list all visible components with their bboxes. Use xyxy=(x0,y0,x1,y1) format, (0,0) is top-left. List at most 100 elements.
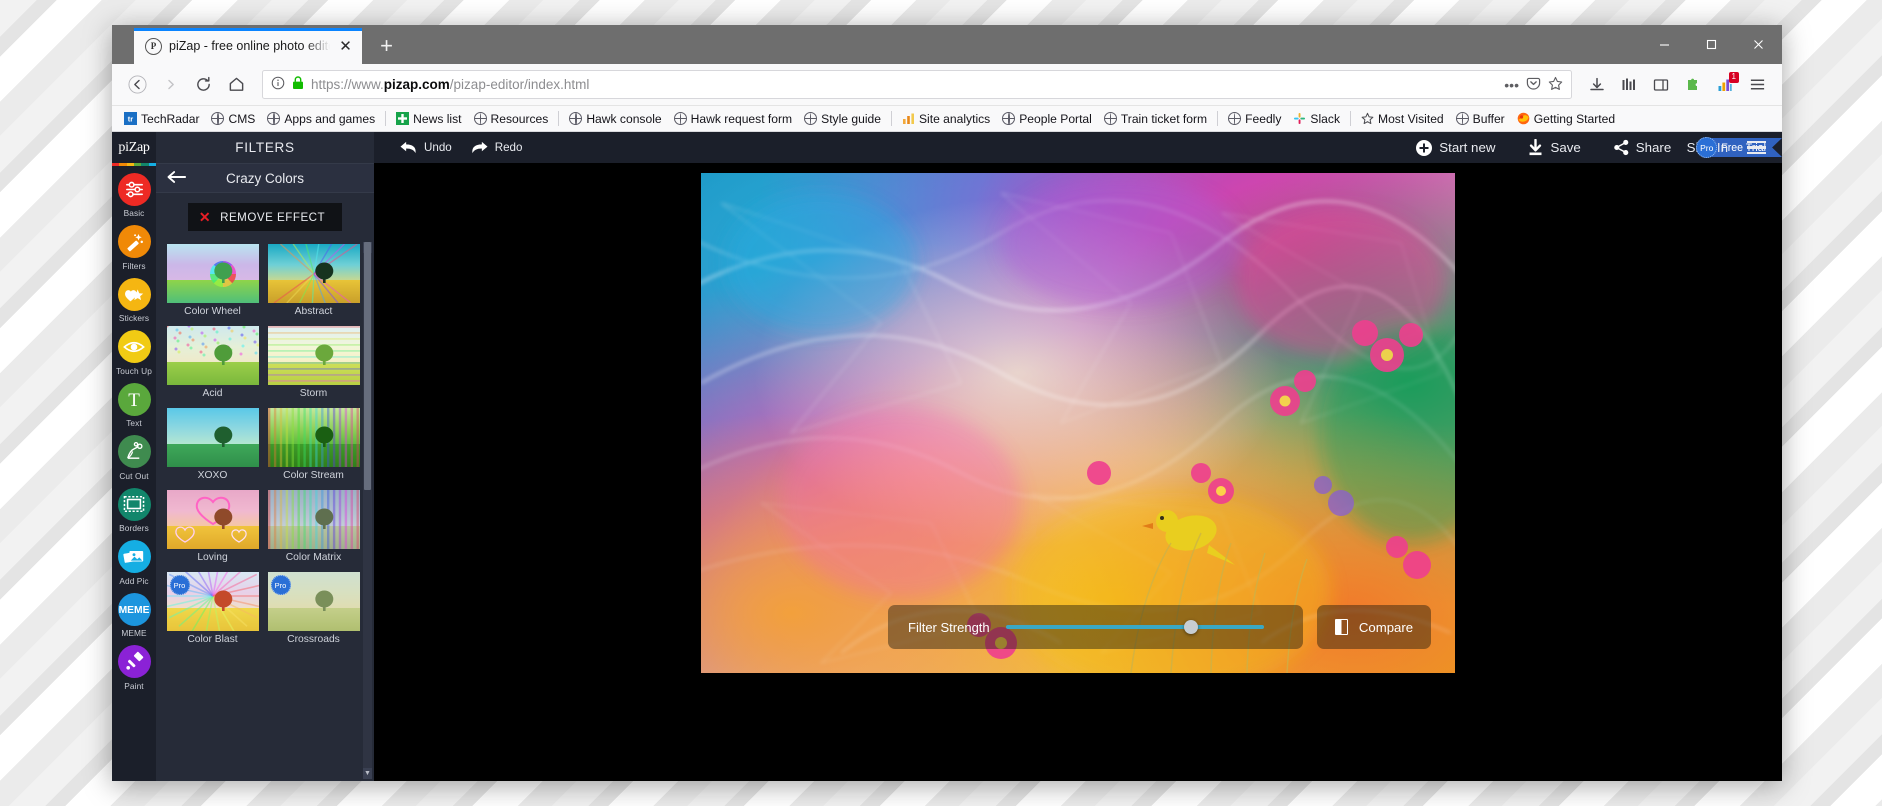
sidebar-icon[interactable] xyxy=(1646,70,1676,100)
new-tab-button[interactable]: + xyxy=(371,30,402,61)
tool-paint[interactable]: Paint xyxy=(112,645,156,691)
photos-icon xyxy=(117,540,151,573)
globe-icon xyxy=(804,112,818,125)
bookmark-resources[interactable]: Resources xyxy=(468,110,555,128)
techradar-icon: tr xyxy=(124,112,137,125)
undo-button[interactable]: Undo xyxy=(390,132,461,163)
redo-button[interactable]: Redo xyxy=(461,132,532,163)
tool-meme[interactable]: MEME MEME xyxy=(112,592,156,638)
chart-icon[interactable]: 1 xyxy=(1710,70,1740,100)
compare-button[interactable]: Compare xyxy=(1317,605,1431,649)
scissors-icon xyxy=(117,435,151,468)
scrollbar-thumb[interactable] xyxy=(364,242,371,490)
filter-strength-control[interactable]: Filter Strength xyxy=(888,605,1303,649)
edited-photo[interactable]: Filter Strength Compare xyxy=(701,173,1455,673)
filter-thumb[interactable]: Color Stream xyxy=(267,408,360,481)
minimize-icon[interactable] xyxy=(1641,25,1688,64)
puzzle-icon[interactable] xyxy=(1678,70,1708,100)
news-icon xyxy=(396,112,410,125)
close-icon[interactable]: ✕ xyxy=(337,38,354,55)
slider-knob[interactable] xyxy=(1184,620,1199,634)
plus-circle-icon xyxy=(1415,139,1433,157)
tool-basic[interactable]: Basic xyxy=(112,172,156,218)
bookmark-site-analytics[interactable]: Site analytics xyxy=(896,110,996,128)
filter-thumb[interactable]: Pro Color Blast xyxy=(166,572,259,645)
bookmark-label: Train ticket form xyxy=(1120,111,1208,126)
pocket-icon[interactable] xyxy=(1526,76,1541,94)
tool-touch-up[interactable]: Touch Up xyxy=(112,330,156,376)
url-prefix: https://www. xyxy=(311,77,384,92)
reload-icon[interactable] xyxy=(188,69,219,100)
bookmark-news-list[interactable]: News list xyxy=(390,110,467,128)
editor-stage: Undo Redo Start new Save Share Pro Free … xyxy=(374,132,1782,781)
filter-thumb[interactable]: Acid xyxy=(166,326,259,399)
back-icon[interactable] xyxy=(122,69,153,100)
bookmark-buffer[interactable]: Buffer xyxy=(1450,110,1511,128)
filter-preview-image xyxy=(166,244,259,303)
bookmark-people-portal[interactable]: People Portal xyxy=(996,110,1098,128)
downloads-icon[interactable] xyxy=(1582,70,1612,100)
forward-icon[interactable] xyxy=(155,69,186,100)
bookmark-getting-started[interactable]: Getting Started xyxy=(1511,110,1621,128)
share-label: Share xyxy=(1635,140,1672,155)
bookmark-cms[interactable]: CMS xyxy=(205,110,261,128)
filter-thumb[interactable]: Loving xyxy=(166,490,259,563)
scroll-down-icon[interactable]: ▼ xyxy=(363,768,372,779)
bookmark-train-ticket-form[interactable]: Train ticket form xyxy=(1098,110,1213,128)
filter-thumb[interactable]: XOXO xyxy=(166,408,259,481)
tool-borders[interactable]: Borders xyxy=(112,487,156,533)
address-bar[interactable]: https://www.pizap.com/pizap-editor/index… xyxy=(262,70,1572,99)
filters-scrollbar[interactable]: ▲ ▼ xyxy=(363,242,372,779)
eye-icon xyxy=(117,330,151,363)
bookmarks-bar: tr TechRadar CMS Apps and games News list Res… xyxy=(112,106,1782,132)
app-menu-icon[interactable] xyxy=(1741,137,1772,159)
sliders-icon xyxy=(117,172,151,206)
tool-add-pic[interactable]: Add Pic xyxy=(112,540,156,586)
home-icon[interactable] xyxy=(221,69,252,100)
info-icon[interactable] xyxy=(271,76,285,93)
page-actions-icon[interactable]: ••• xyxy=(1504,77,1519,93)
tool-filters[interactable]: Filters xyxy=(112,225,156,271)
filter-thumb[interactable]: Storm xyxy=(267,326,360,399)
save-button[interactable]: Save xyxy=(1518,132,1589,163)
filter-thumb[interactable]: Abstract xyxy=(267,244,360,317)
bookmark-style-guide[interactable]: Style guide xyxy=(798,110,887,128)
tool-label: Touch Up xyxy=(116,365,152,376)
browser-menu-icon[interactable] xyxy=(1742,70,1772,100)
maximize-icon[interactable] xyxy=(1688,25,1735,64)
filter-preview-image: Pro xyxy=(267,572,360,631)
firefox-icon xyxy=(1517,112,1530,125)
bookmark-most-visited[interactable]: Most Visited xyxy=(1355,110,1450,128)
tool-text[interactable]: T Text xyxy=(112,382,156,428)
canvas-area: Filter Strength Compare xyxy=(374,163,1782,781)
browser-window: P piZap - free online photo editor ✕ + h… xyxy=(112,25,1782,781)
url-domain: pizap.com xyxy=(383,77,450,92)
tool-stickers[interactable]: Stickers xyxy=(112,277,156,323)
bookmark-feedly[interactable]: Feedly xyxy=(1222,110,1287,128)
bookmark-hawk-request-form[interactable]: Hawk request form xyxy=(668,110,799,128)
bookmark-star-icon[interactable] xyxy=(1548,76,1563,94)
remove-effect-button[interactable]: ✕ REMOVE EFFECT xyxy=(187,203,343,231)
pro-badge: Pro xyxy=(169,575,190,595)
bookmark-slack[interactable]: Slack xyxy=(1287,110,1346,128)
tool-cut-out[interactable]: Cut Out xyxy=(112,435,156,481)
start-new-button[interactable]: Start new xyxy=(1406,132,1504,163)
filter-strength-slider[interactable] xyxy=(1005,620,1264,634)
filters-scroll-area[interactable]: Color Wheel Abstract Acid Storm XOXO Col… xyxy=(156,240,374,781)
globe-icon xyxy=(211,112,225,125)
filter-thumb[interactable]: Pro Crossroads xyxy=(267,572,360,645)
filter-preview-image xyxy=(267,490,360,549)
share-button[interactable]: Share xyxy=(1604,132,1680,163)
filter-thumb[interactable]: Color Wheel xyxy=(166,244,259,317)
bookmark-apps-and-games[interactable]: Apps and games xyxy=(261,110,381,128)
filter-thumb[interactable]: Color Matrix xyxy=(267,490,360,563)
bookmark-techradar[interactable]: tr TechRadar xyxy=(118,110,205,128)
globe-icon xyxy=(473,112,487,125)
browser-tab[interactable]: P piZap - free online photo editor ✕ xyxy=(134,28,362,64)
library-icon[interactable] xyxy=(1614,70,1644,100)
window-close-icon[interactable] xyxy=(1735,25,1782,64)
bookmark-hawk-console[interactable]: Hawk console xyxy=(563,110,667,128)
back-arrow-icon[interactable] xyxy=(166,170,187,187)
bookmark-label: News list xyxy=(413,111,462,126)
filter-preview-image xyxy=(267,408,360,467)
